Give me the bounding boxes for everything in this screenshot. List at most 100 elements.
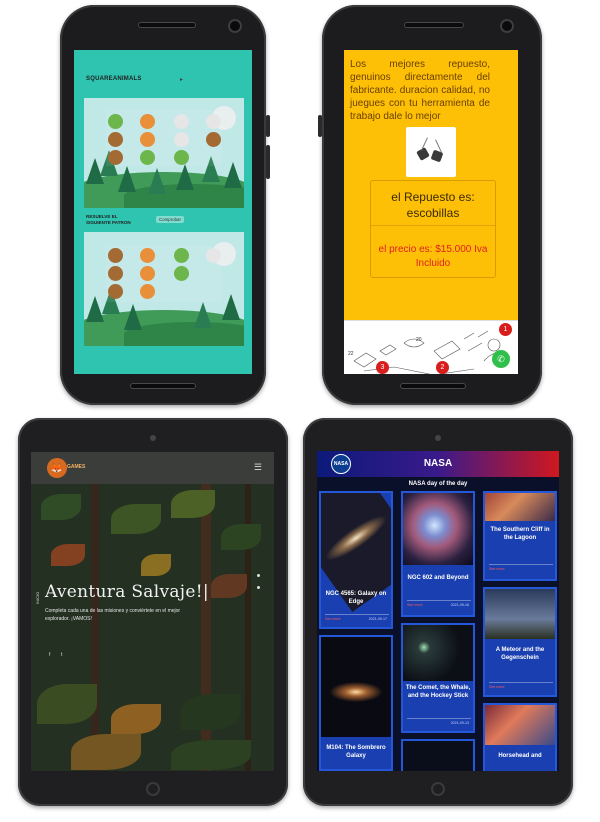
phone-side-button [318,115,322,137]
card-date: 2021-09-13 [450,721,469,725]
tree-icon [176,164,194,190]
badge-3[interactable]: 3 [376,361,389,374]
twitter-icon[interactable]: t [61,652,62,658]
slider-dot[interactable] [257,574,260,577]
card-title: The Comet, the Whale, and the Hockey Sti… [405,685,471,699]
badge-1[interactable]: 1 [499,323,512,336]
exploded-diagram: 22 20 [344,320,518,374]
diagram-label: 20 [416,337,422,343]
divider [407,600,471,601]
tablet-home-button [146,782,160,796]
parts-screen: Los mejores repuesto, genuinos directame… [344,50,518,374]
hamburger-icon[interactable]: ☰ [254,462,262,473]
phone-bottom-speaker [130,383,196,389]
tree-icon [148,168,166,194]
game-instruction: RESUELVE EL SIGUIENTE PATRON [86,214,131,225]
starfield-image [403,625,473,681]
see-more-link[interactable]: See more [407,603,423,607]
monkey-icon[interactable] [108,248,123,263]
monkey-icon[interactable] [108,150,123,165]
nebula-image [485,705,555,745]
top-navbar: 🦊 GAMES ☰ [31,452,274,484]
sky-image [485,589,555,639]
owl-icon[interactable] [174,266,189,281]
card-date: 2021-09-17 [368,617,387,621]
game-title: SQUAREANIMALS [86,76,142,82]
see-more-link[interactable]: See more [489,685,505,689]
apod-card[interactable]: NGC 602 and Beyond See more 2021-09-16 [401,491,475,617]
intro-text: Los mejores repuesto, genuinos directame… [350,59,490,122]
monkey-icon[interactable] [108,284,123,299]
side-label: INICIO [35,591,40,604]
starfield-image [403,741,473,771]
product-price: el precio es: $15.000 Iva Incluido [378,244,488,269]
hero-subtitle: Completa cada una de las misiones y conv… [45,608,181,622]
see-more-link[interactable]: See more [325,617,341,621]
fox-icon[interactable] [140,132,155,147]
monkey-icon[interactable] [108,266,123,281]
fox-icon[interactable] [140,114,155,129]
phone-speaker [138,22,196,28]
logo-text: GAMES [67,464,86,470]
owl-icon[interactable] [108,114,123,129]
tree-icon [224,162,242,188]
product-name: el Repuesto es: escobillas [391,190,475,221]
tree-icon [194,302,212,328]
jungle-background [31,484,274,771]
nasa-screen: NASA NASA NASA day of the day NGC 4565: … [317,451,559,771]
hero-heading: Aventura Salvaje!| [45,582,209,602]
card-title: M104: The Sombrero Galaxy [326,745,386,759]
diagram-label: 22 [348,351,354,357]
fox-logo-icon[interactable]: 🦊 [47,458,67,478]
apod-card[interactable]: The Comet, the Whale, and the Hockey Sti… [401,623,475,733]
puzzle-board-top[interactable] [84,98,244,208]
phone-camera [228,19,242,33]
apod-card[interactable]: NGC 4565: Galaxy on Edge See more 2021-0… [319,491,393,629]
divider [407,718,471,719]
monkey-icon[interactable] [108,132,123,147]
owl-icon[interactable] [174,248,189,263]
hill [124,322,244,346]
apod-card[interactable] [401,739,475,771]
panda-icon[interactable] [206,248,221,263]
puzzle-grid [106,110,222,166]
game-screen: SQUAREANIMALS ▸ RESUELVE EL SIGUIENTE PA… [74,50,252,374]
phone-camera [500,19,514,33]
panda-icon[interactable] [174,132,189,147]
apod-card[interactable]: The Southern Cliff in the Lagoon See mor… [483,491,557,581]
card-title: The Southern Cliff in the Lagoon [490,527,550,541]
tree-icon [118,166,136,192]
apod-card[interactable]: Horsehead and [483,703,557,771]
owl-icon[interactable] [174,150,189,165]
slider-dots[interactable] [257,574,260,598]
phone-bottom-speaker [400,383,466,389]
panda-icon[interactable] [174,114,189,129]
fox-icon[interactable] [140,284,155,299]
see-more-link[interactable]: See more [489,567,505,571]
apod-card[interactable]: M104: The Sombrero Galaxy [319,635,393,771]
divider [325,614,389,615]
badge-2[interactable]: 2 [436,361,449,374]
whatsapp-icon[interactable]: ✆ [492,350,510,368]
puzzle-board-bottom[interactable] [84,232,244,346]
check-button[interactable]: Comprobar [156,216,184,223]
slider-dot[interactable] [257,586,260,589]
facebook-icon[interactable]: f [49,652,50,658]
fox-icon[interactable] [140,248,155,263]
diagram-drawing [353,330,511,374]
tablet-mockup-nasa: NASA NASA NASA day of the day NGC 4565: … [303,418,573,806]
divider [371,225,495,226]
apod-card[interactable]: A Meteor and the Gegenschein See more [483,587,557,697]
monkey-icon[interactable] [206,132,221,147]
tablet-mockup-adventure: 🦊 GAMES ☰ Aventura Salvaje!| Completa ca… [18,418,288,806]
page-subtitle: NASA day of the day [408,481,468,487]
tree-icon [124,304,142,330]
game-arrow-icon: ▸ [180,77,184,83]
fox-icon[interactable] [140,266,155,281]
panda-icon[interactable] [206,114,221,129]
nebula-image [485,493,555,521]
owl-icon[interactable] [140,150,155,165]
phone-mockup-game: SQUAREANIMALS ▸ RESUELVE EL SIGUIENTE PA… [60,5,270,405]
card-title: NGC 602 and Beyond [407,575,469,581]
nebula-image [403,493,473,565]
